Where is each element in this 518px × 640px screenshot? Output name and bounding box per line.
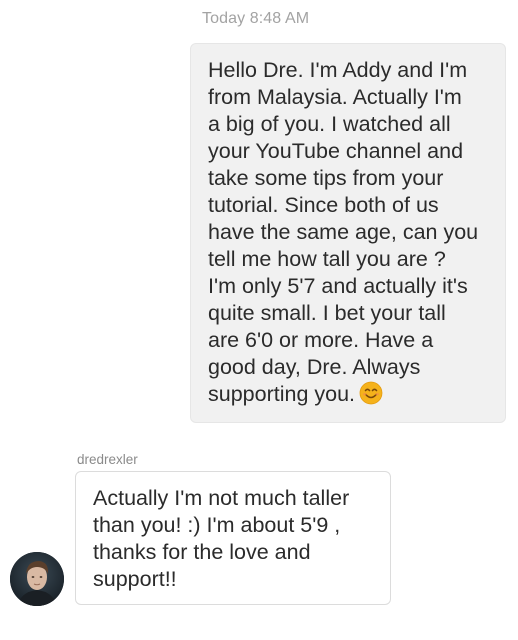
avatar-portrait-icon [10, 552, 64, 606]
sender-avatar[interactable] [10, 552, 64, 606]
incoming-message-bubble[interactable]: Actually I'm not much taller than you! :… [75, 471, 391, 605]
sender-username[interactable]: dredrexler [77, 452, 138, 467]
message-timestamp: Today 8:48 AM [202, 10, 310, 27]
smiling-face-emoji-icon [359, 381, 383, 405]
outgoing-message-bubble[interactable]: Hello Dre. I'm Addy and I'm from Malaysi… [190, 43, 506, 423]
outgoing-message-body: Hello Dre. I'm Addy and I'm from Malaysi… [208, 58, 479, 406]
chat-thread: Today 8:48 AM Hello Dre. I'm Addy and I'… [0, 0, 518, 640]
outgoing-message-text: Hello Dre. I'm Addy and I'm from Malaysi… [208, 57, 495, 408]
incoming-message-text: Actually I'm not much taller than you! :… [93, 486, 350, 591]
